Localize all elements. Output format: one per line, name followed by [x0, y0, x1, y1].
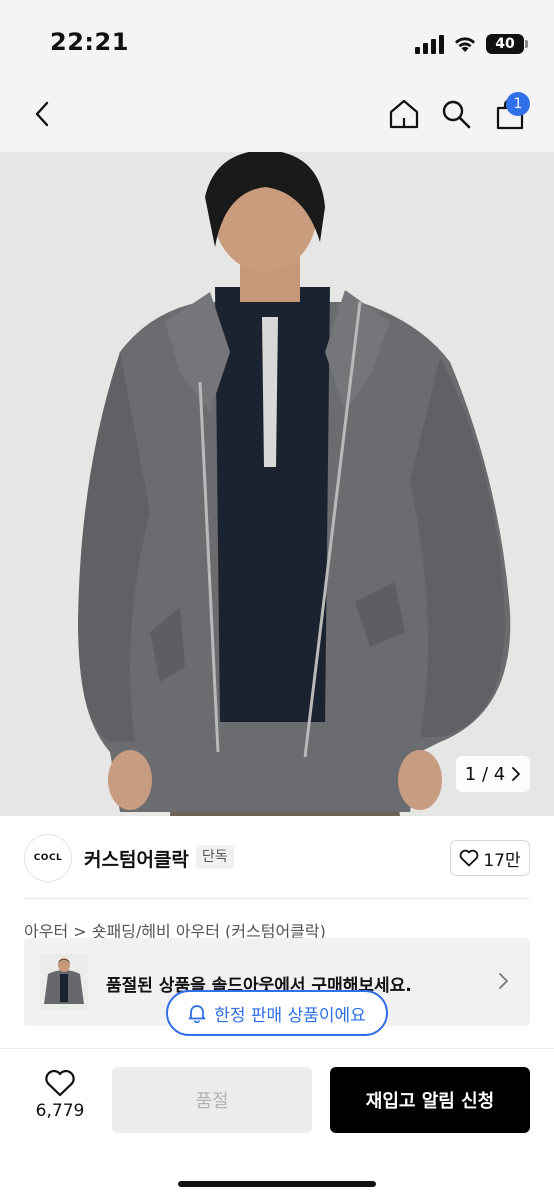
- bottom-action-bar: 6,779 품절 재입고 알림 신청: [0, 1048, 554, 1200]
- limited-edition-notice: 한정 판매 상품이에요: [166, 990, 388, 1036]
- heart-icon: [460, 849, 479, 867]
- cart-count-badge: 1: [506, 92, 530, 116]
- product-photo: [0, 152, 554, 816]
- exclusive-badge: 단독: [196, 845, 234, 869]
- image-pager[interactable]: 1 / 4: [456, 756, 530, 792]
- cellular-signal-icon: [415, 34, 444, 54]
- pager-label: 1 / 4: [464, 763, 506, 785]
- bell-icon: [188, 1005, 206, 1023]
- heart-icon: [45, 1069, 75, 1097]
- search-icon: [442, 100, 471, 129]
- status-icons: 40: [415, 32, 528, 56]
- brand-like-count: 17만: [483, 850, 521, 871]
- wishlist-button[interactable]: 6,779: [24, 1069, 96, 1133]
- category-breadcrumb[interactable]: 아우터 > 숏패딩/헤비 아우터 (커스텀어클락): [24, 918, 530, 940]
- divider: [24, 898, 530, 899]
- search-button[interactable]: [432, 90, 480, 138]
- banner-thumbnail: [40, 954, 88, 1010]
- limited-edition-label: 한정 판매 상품이에요: [214, 1005, 366, 1026]
- soldout-button: 품절: [112, 1067, 312, 1133]
- brand-logo[interactable]: COCL: [24, 834, 72, 882]
- home-button[interactable]: [380, 90, 428, 138]
- brand-logo-text: COCL: [33, 853, 63, 863]
- product-page: 22:21 40 1 1 / 4 COCL 커스텀어클락 단독 17만 아우터 …: [0, 0, 554, 1200]
- product-image-carousel[interactable]: [0, 152, 554, 816]
- chevron-right-icon: [512, 767, 521, 781]
- restock-alert-button[interactable]: 재입고 알림 신청: [330, 1067, 530, 1133]
- status-bar: 22:21 40: [0, 0, 554, 80]
- wishlist-count: 6,779: [35, 1101, 85, 1121]
- brand-like-button[interactable]: 17만: [450, 840, 530, 876]
- home-icon: [389, 99, 419, 129]
- top-nav: [0, 80, 554, 152]
- battery-icon: 40: [486, 34, 528, 54]
- chevron-left-icon: [35, 101, 49, 127]
- brand-row: COCL 커스텀어클락 단독 17만: [0, 816, 554, 900]
- status-time: 22:21: [50, 28, 129, 56]
- chevron-right-icon: [499, 973, 508, 989]
- wifi-icon: [455, 37, 475, 52]
- back-button[interactable]: [18, 90, 66, 138]
- home-indicator: [178, 1181, 376, 1187]
- brand-name[interactable]: 커스텀어클락: [84, 845, 189, 872]
